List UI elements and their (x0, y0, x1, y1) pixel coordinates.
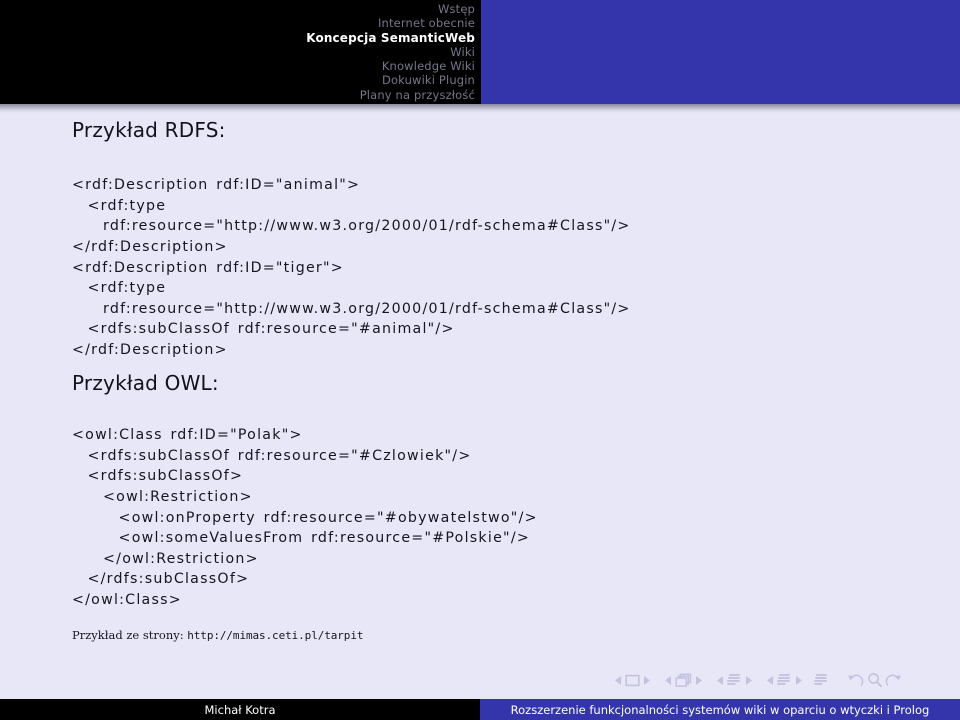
source-attribution: Przykład ze strony: http://mimas.ceti.pl… (72, 628, 363, 642)
subsection-navigation-group[interactable] (714, 673, 755, 687)
slide-icon[interactable] (625, 674, 640, 687)
rdfs-code-listing: <rdf:Description rdf:ID="animal"> <rdf:t… (72, 177, 631, 358)
prev-section-icon[interactable] (767, 675, 774, 685)
beamer-navigation-symbols[interactable] (612, 668, 952, 692)
forward-icon[interactable] (884, 672, 902, 688)
frame-navigation-group[interactable] (662, 673, 705, 688)
frame-icon[interactable] (675, 673, 692, 688)
rdfs-example-title: Przykład RDFS: (72, 118, 226, 142)
source-label: Przykład ze strony: (72, 628, 184, 642)
presentation-icon[interactable] (814, 673, 829, 687)
next-slide-icon[interactable] (643, 675, 650, 685)
section-navigation[interactable]: Wstęp Internet obecnie Koncepcja Semanti… (0, 0, 479, 104)
nav-item-dokuwiki-plugin[interactable]: Dokuwiki Plugin (0, 73, 475, 87)
nav-item-wstep[interactable]: Wstęp (0, 2, 475, 16)
header-accent-bar (481, 0, 960, 104)
slide-footer: Michał Kotra Rozszerzenie funkcjonalnośc… (0, 699, 960, 720)
header-shadow (0, 104, 960, 113)
section-navigation-group[interactable] (764, 673, 805, 687)
nav-item-koncepcja-semanticweb[interactable]: Koncepcja SemanticWeb (0, 31, 475, 45)
source-url[interactable]: http://mimas.ceti.pl/tarpit (187, 629, 363, 642)
section-icon[interactable] (777, 673, 792, 687)
nav-item-wiki[interactable]: Wiki (0, 45, 475, 59)
next-section-icon[interactable] (795, 675, 802, 685)
subsection-icon[interactable] (727, 673, 742, 687)
owl-code-listing: <owl:Class rdf:ID="Polak"> <rdfs:subClas… (72, 427, 538, 608)
slide-header: Wstęp Internet obecnie Koncepcja Semanti… (0, 0, 960, 104)
nav-item-internet-obecnie[interactable]: Internet obecnie (0, 16, 475, 30)
next-subsection-icon[interactable] (745, 675, 752, 685)
nav-item-knowledge-wiki[interactable]: Knowledge Wiki (0, 59, 475, 73)
prev-slide-icon[interactable] (615, 675, 622, 685)
slide-navigation-group[interactable] (612, 674, 653, 687)
owl-example-title: Przykład OWL: (72, 371, 219, 395)
prev-subsection-icon[interactable] (717, 675, 724, 685)
slide-content: Przykład RDFS: <rdf:Description rdf:ID="… (0, 113, 960, 693)
history-navigation-group[interactable] (847, 672, 902, 688)
next-frame-icon[interactable] (695, 675, 702, 685)
footer-author: Michał Kotra (0, 699, 480, 720)
footer-presentation-title: Rozszerzenie funkcjonalności systemów wi… (480, 699, 960, 720)
nav-item-plany-na-przyszlosc[interactable]: Plany na przyszłość (0, 88, 475, 102)
presentation-navigation-group[interactable] (814, 673, 829, 687)
back-icon[interactable] (847, 672, 865, 688)
prev-frame-icon[interactable] (665, 675, 672, 685)
find-icon[interactable] (866, 672, 883, 688)
